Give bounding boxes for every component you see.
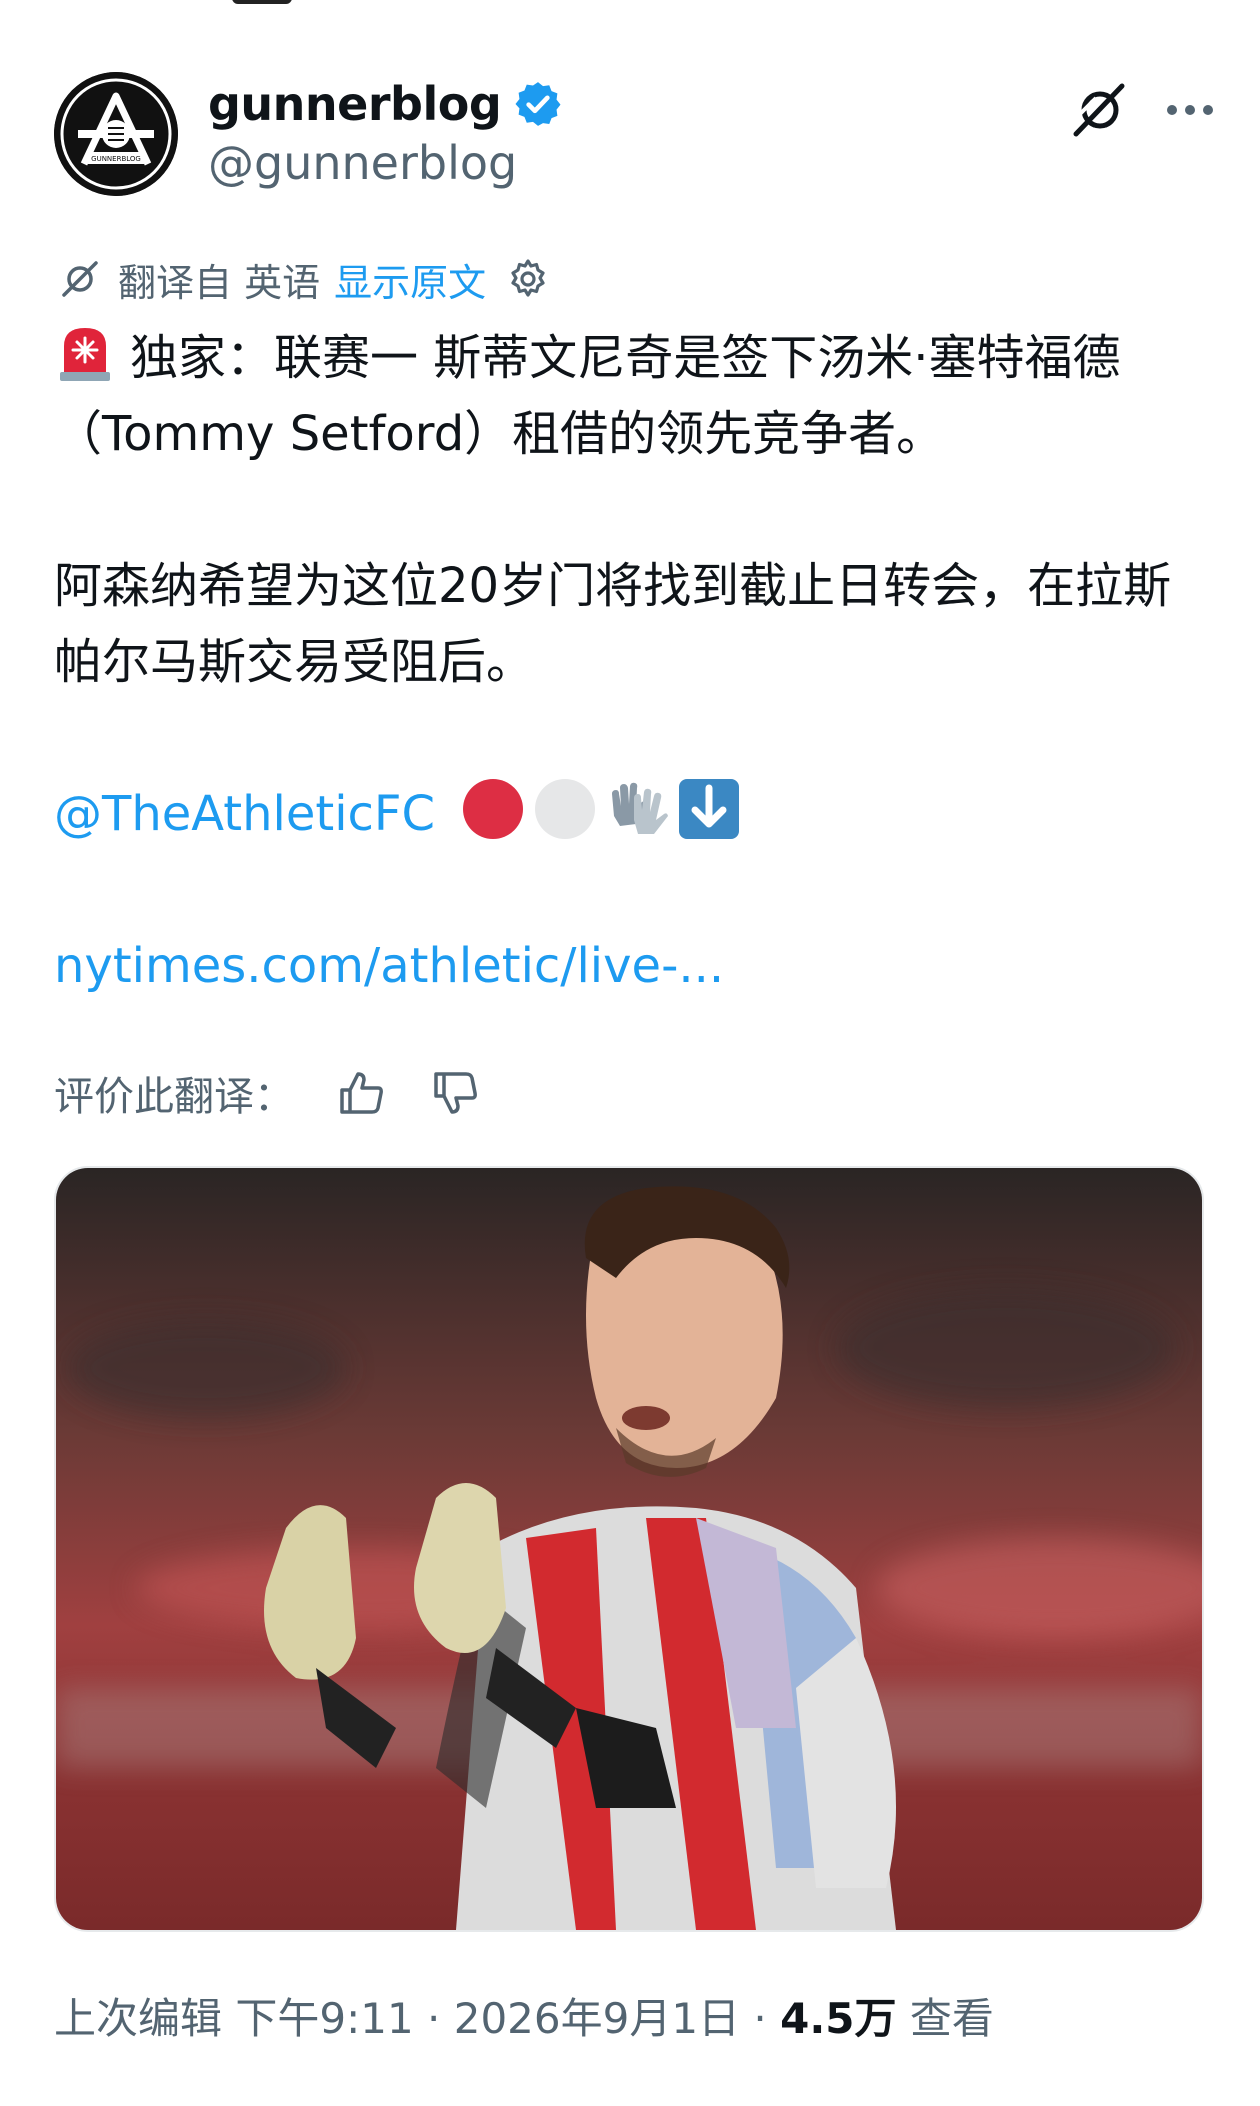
gloves-emoji-icon	[612, 782, 669, 834]
tweet-line-1: 独家：联赛一 斯蒂文尼奇是签下汤米·塞特福德（Tommy Setford）租借的…	[54, 330, 1121, 462]
rotating-light-emoji-icon	[60, 328, 110, 381]
tweet-paragraph-4: nytimes.com/athletic/live-...	[54, 928, 1204, 1004]
status-glyph	[232, 0, 292, 4]
goalkeeper-photo	[56, 1168, 1202, 1930]
more-horizontal-icon[interactable]	[1150, 70, 1230, 150]
red-circle-emoji-icon	[463, 779, 524, 839]
thumbs-up-icon[interactable]	[334, 1066, 388, 1120]
views-count: 4.5万	[780, 1994, 897, 2043]
tweet-paragraph-1: 独家：联赛一 斯蒂文尼奇是签下汤米·塞特福德（Tommy Setford）租借的…	[54, 320, 1204, 472]
tweet-media-photo[interactable]	[54, 1166, 1204, 1932]
rate-translation-label: 评价此翻译：	[54, 1074, 294, 1120]
avatar[interactable]: GUNNERBLOG	[54, 72, 178, 196]
grok-icon[interactable]	[1060, 70, 1140, 150]
user-handle[interactable]: @gunnerblog	[208, 136, 517, 190]
show-original-link[interactable]: 显示原文	[334, 252, 486, 307]
verified-badge-icon[interactable]	[513, 79, 563, 129]
tweet-paragraph-3: @TheAthleticFC	[54, 776, 1204, 852]
grok-translate-icon	[62, 261, 98, 297]
views-label: 查看	[896, 1994, 994, 2043]
avatar-wordmark: GUNNERBLOG	[91, 155, 141, 163]
gear-icon[interactable]	[504, 255, 552, 303]
timestamp[interactable]: 上次编辑 下午9:11 · 2026年9月1日 ·	[54, 1985, 780, 2046]
white-circle-emoji-icon	[535, 779, 596, 839]
translated-from-label: 翻译自 英语	[118, 260, 321, 305]
tweet-text: 独家：联赛一 斯蒂文尼奇是签下汤米·塞特福德（Tommy Setford）租借的…	[54, 320, 1204, 1004]
article-link[interactable]: nytimes.com/athletic/live-...	[54, 938, 724, 994]
translation-bar: 翻译自 英语 显示原文	[56, 250, 552, 308]
gunnerblog-logo-icon: GUNNERBLOG	[54, 72, 178, 196]
tweet-paragraph-2: 阿森纳希望为这位20岁门将找到截止日转会，在拉斯帕尔马斯交易受阻后。	[54, 558, 1172, 690]
status-bar-remnant	[0, 0, 1260, 12]
tweet-header: GUNNERBLOG gunnerblog @gunnerblog	[54, 70, 1213, 200]
down-arrow-emoji-icon	[679, 779, 740, 839]
tweet-footer: 上次编辑 下午9:11 · 2026年9月1日 · 4.5万 查看	[54, 1985, 994, 2046]
display-name[interactable]: gunnerblog	[208, 77, 502, 131]
thumbs-down-icon[interactable]	[428, 1066, 482, 1120]
name-row: gunnerblog	[208, 74, 563, 134]
rate-translation: 评价此翻译：	[54, 1058, 482, 1128]
mention-link[interactable]: @TheAthleticFC	[54, 786, 435, 842]
